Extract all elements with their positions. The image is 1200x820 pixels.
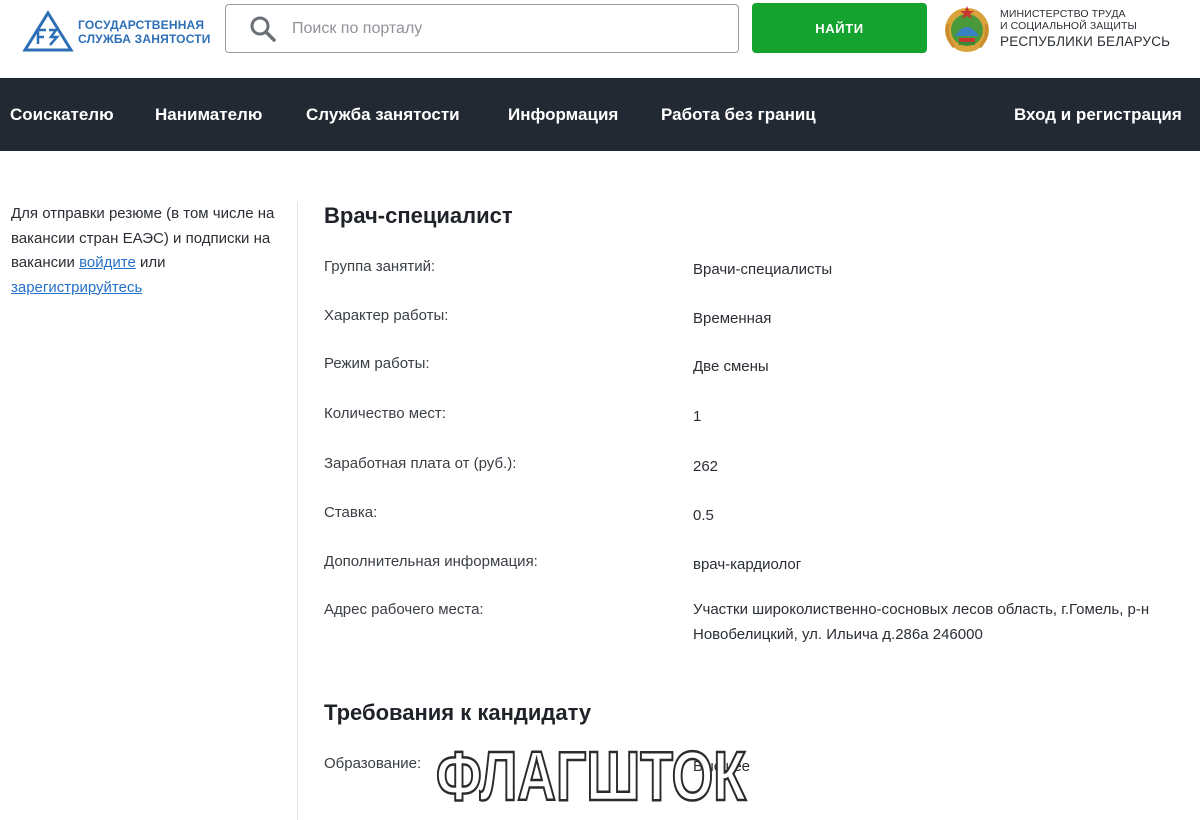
logo-title-line1: ГОСУДАРСТВЕННАЯ [78, 18, 205, 32]
field-value: Временная [693, 310, 772, 327]
ministry-logo[interactable]: МИНИСТЕРСТВО ТРУДА И СОЦИАЛЬНОЙ ЗАЩИТЫ Р… [942, 3, 1197, 55]
search-box[interactable] [225, 4, 739, 53]
field-value: 1 [693, 408, 702, 425]
nav-item-information[interactable]: Информация [508, 78, 618, 151]
find-button[interactable]: НАЙТИ [752, 3, 927, 53]
field-label: Ставка: [324, 504, 378, 521]
field-label: Режим работы: [324, 355, 430, 372]
ministry-line1: МИНИСТЕРСТВО ТРУДА [1000, 8, 1126, 20]
login-register-link[interactable]: Вход и регистрация [1014, 78, 1182, 151]
nav-item-job-seeker[interactable]: Соискателю [10, 78, 114, 151]
field-value: Высшее [693, 758, 751, 775]
field-label: Количество мест: [324, 405, 446, 422]
gsz-logo-icon [22, 10, 74, 52]
field-value: Участки широколиственно-сосновых лесов о… [693, 601, 1150, 643]
logo-title-line2: СЛУЖБА ЗАНЯТОСТИ [78, 32, 211, 46]
sidebar-text-or: или [135, 254, 166, 271]
register-link[interactable]: зарегистрируйтесь [11, 279, 142, 296]
nav-item-work-without-borders[interactable]: Работа без границ [661, 78, 816, 151]
flagshtok-watermark: ФЛАГШТОК [435, 742, 748, 806]
watermark-text: ФЛАГШТОК [436, 742, 746, 806]
sidebar-notice: Для отправки резюме (в том числе на вака… [11, 202, 281, 300]
field-label: Группа занятий: [324, 258, 436, 275]
field-label: Адрес рабочего места: [324, 601, 484, 618]
nav-item-employer[interactable]: Нанимателю [155, 78, 262, 151]
main-nav: Соискателю Нанимателю Служба занятости И… [0, 78, 1200, 151]
field-value: 262 [693, 458, 719, 475]
field-label: Характер работы: [324, 307, 449, 324]
content-divider [297, 202, 298, 820]
nav-item-employment-service[interactable]: Служба занятости [306, 78, 460, 151]
site-header: ГОСУДАРСТВЕННАЯ СЛУЖБА ЗАНЯТОСТИ НАЙТИ М… [0, 0, 1200, 78]
login-link[interactable]: войдите [79, 254, 136, 271]
requirements-title: Требования к кандидату [324, 700, 592, 725]
search-input[interactable] [292, 13, 712, 44]
belarus-emblem-icon [945, 6, 989, 52]
field-label: Заработная плата от (руб.): [324, 455, 517, 472]
ministry-line2: И СОЦИАЛЬНОЙ ЗАЩИТЫ [1000, 20, 1137, 32]
ministry-line3: РЕСПУБЛИКИ БЕЛАРУСЬ [1000, 34, 1171, 49]
vacancy-title: Врач-специалист [324, 203, 513, 228]
site-logo[interactable]: ГОСУДАРСТВЕННАЯ СЛУЖБА ЗАНЯТОСТИ [22, 8, 222, 56]
search-icon[interactable] [248, 14, 278, 44]
field-value: Две смены [693, 358, 769, 375]
field-label: Образование: [324, 755, 422, 772]
field-label: Дополнительная информация: [324, 553, 538, 570]
field-value: Врачи-специалисты [693, 261, 833, 278]
field-value: врач-кардиолог [693, 556, 802, 573]
field-value: 0.5 [693, 507, 714, 524]
